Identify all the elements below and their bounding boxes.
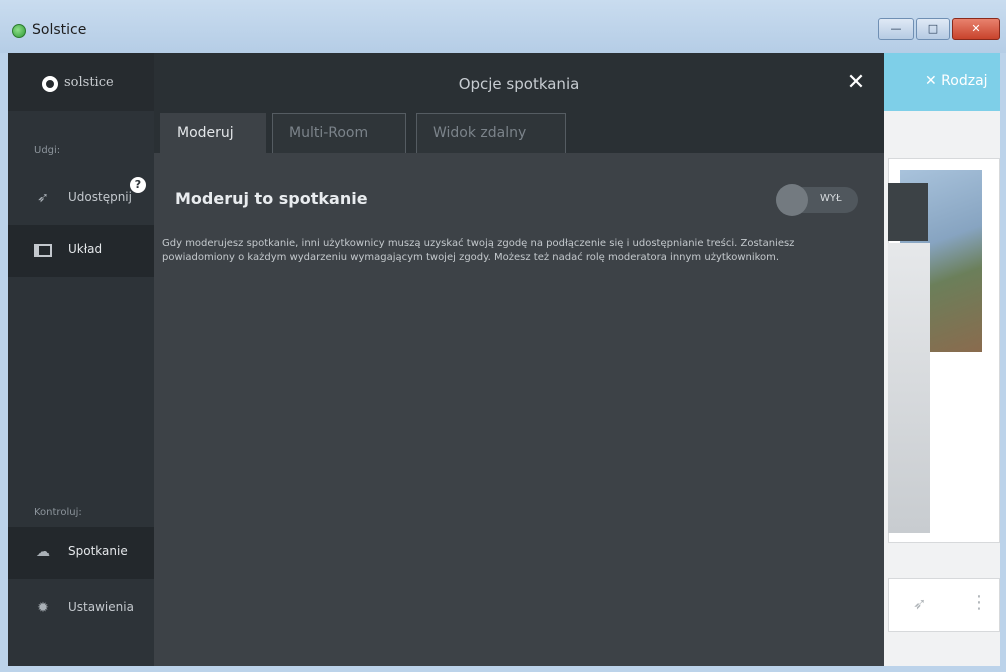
logo-row: solstice: [8, 53, 154, 111]
moderate-option-title: Moderuj to spotkanie: [175, 189, 368, 208]
moderate-option-description: Gdy moderujesz spotkanie, inni użytkowni…: [162, 238, 795, 263]
meeting-icon: ☁: [36, 544, 50, 560]
maximize-button[interactable]: □: [916, 18, 950, 40]
app-window: Solstice — □ ✕ ✕ Rodzaj ➶ ⋮ solstice Udg…: [0, 0, 1006, 672]
sidebar-item-settings[interactable]: ✹ Ustawienia: [8, 583, 154, 635]
background-header-button[interactable]: ✕ Rodzaj: [925, 73, 988, 89]
more-options-icon[interactable]: ⋮: [970, 592, 988, 613]
help-icon[interactable]: ?: [130, 177, 146, 193]
background-screen-preview: [888, 243, 930, 533]
sidebar-item-label: Udostępnij: [68, 190, 132, 204]
layout-icon: [34, 244, 52, 257]
sidebar-item-label: Układ: [68, 242, 103, 256]
minimize-button[interactable]: —: [878, 18, 914, 40]
sidebar-item-label: Spotkanie: [68, 544, 128, 558]
close-window-button[interactable]: ✕: [952, 18, 1000, 40]
window-title: Solstice: [32, 22, 87, 38]
toggle-state-label: WYŁ: [820, 193, 842, 204]
modal-header: Opcje spotkania ✕ Moderuj Multi-Room Wid…: [154, 53, 884, 153]
logo-text: solstice: [64, 75, 114, 90]
background-dark-panel: [888, 183, 928, 241]
tab-multi-room[interactable]: Multi-Room: [272, 113, 406, 153]
share-icon[interactable]: ➶: [913, 594, 926, 613]
sidebar-item-label: Ustawienia: [68, 600, 134, 614]
sidebar-section-share: Udgi:: [34, 145, 61, 156]
sidebar-item-meeting[interactable]: ☁ Spotkanie: [8, 527, 154, 579]
sidebar: solstice Udgi: ➶ Udostępnij Układ Kontro…: [8, 53, 154, 666]
gear-icon: ✹: [37, 600, 49, 616]
sidebar-section-control: Kontroluj:: [34, 507, 82, 518]
share-icon: ➶: [37, 190, 49, 206]
meeting-options-modal: Opcje spotkania ✕ Moderuj Multi-Room Wid…: [154, 53, 884, 666]
modal-title: Opcje spotkania: [458, 75, 580, 93]
title-bar: Solstice — □ ✕: [0, 0, 1006, 53]
solstice-app-icon: [12, 24, 26, 38]
toggle-knob: [776, 184, 808, 216]
close-icon[interactable]: ✕: [844, 71, 868, 95]
sidebar-item-layout[interactable]: Układ: [8, 225, 154, 277]
moderate-toggle[interactable]: WYŁ: [776, 184, 858, 216]
tab-remote-view[interactable]: Widok zdalny: [416, 113, 566, 153]
solstice-logo-icon: [42, 76, 58, 92]
tab-moderate[interactable]: Moderuj: [160, 113, 266, 153]
